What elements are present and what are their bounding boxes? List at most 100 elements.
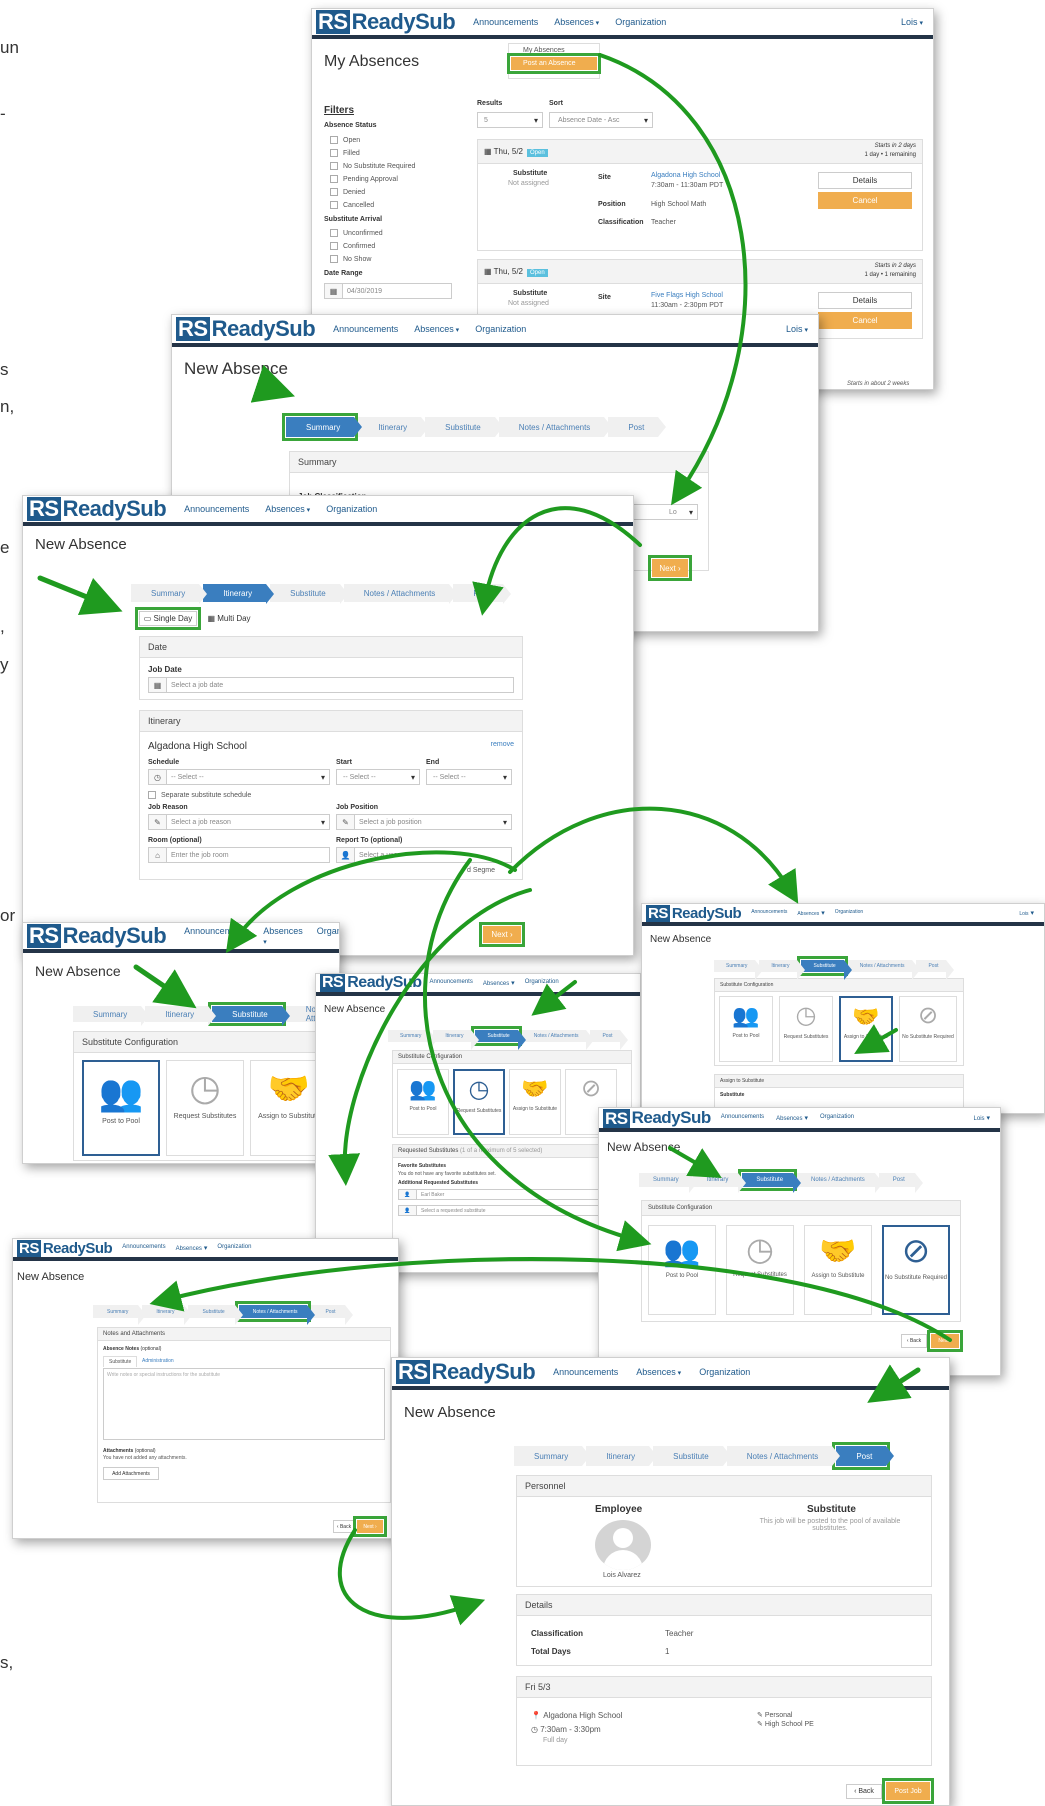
option-request-substitutes[interactable]: ◷ Request Substitutes <box>779 996 833 1062</box>
remove-link[interactable]: remove <box>491 741 514 748</box>
step-substitute[interactable]: Substitute <box>797 956 853 980</box>
step-notes[interactable]: Notes / Attachments <box>521 1030 595 1050</box>
option-no-substitute[interactable]: ⊘ No Substitute Required <box>899 996 957 1062</box>
nav-announcements[interactable]: Announcements <box>122 1244 165 1252</box>
nav-announcements[interactable]: Announcements <box>721 1114 764 1122</box>
step-notes[interactable]: Notes / Attachments <box>726 1446 840 1466</box>
step-substitute[interactable]: Substitute <box>270 584 348 604</box>
site-link[interactable]: Five Flags High School <box>651 292 723 299</box>
step-summary[interactable]: Summary <box>388 1030 438 1050</box>
step-itinerary[interactable]: Itinerary <box>692 1173 746 1193</box>
nav-announcements[interactable]: Announcements <box>473 17 538 27</box>
option-request-substitutes[interactable]: ◷ Request Substitutes <box>166 1060 244 1156</box>
site-link[interactable]: Algadona High School <box>651 172 720 179</box>
nav-organization[interactable]: Organization <box>326 504 377 514</box>
step-post[interactable]: Post <box>608 417 667 437</box>
details-button[interactable]: Details <box>818 292 912 309</box>
readysub-logo[interactable]: RS ReadySub <box>396 1359 536 1385</box>
start-select[interactable]: -- Select -- <box>336 769 420 785</box>
nav-organization[interactable]: Organization <box>217 1244 251 1252</box>
nav-announcements[interactable]: Announcements <box>429 979 472 987</box>
single-day-button[interactable]: ▭ Single Day <box>135 607 201 630</box>
results-select[interactable]: 5 <box>477 112 543 128</box>
nav-absences[interactable]: Absences <box>263 926 303 946</box>
step-post[interactable]: Post <box>311 1305 354 1325</box>
step-substitute[interactable]: Substitute <box>471 1026 527 1050</box>
readysub-logo[interactable]: RS ReadySub <box>27 496 167 522</box>
nav-organization[interactable]: Organization <box>475 324 526 334</box>
filter-no-substitute-checkbox[interactable]: No Substitute Required <box>330 162 415 170</box>
readysub-logo[interactable]: RS ReadySub <box>320 974 422 992</box>
step-notes[interactable]: Notes / Attachments <box>343 584 457 604</box>
nav-announcements[interactable]: Announcements <box>553 1367 618 1377</box>
requested-substitute-input[interactable]: 👤 Select a requested substitute <box>398 1205 623 1216</box>
add-attachments-button[interactable]: Add Attachments <box>103 1467 159 1480</box>
notes-textarea[interactable]: Write notes or special instructions for … <box>103 1368 385 1440</box>
job-position-select[interactable]: ✎ Select a job position <box>336 814 512 830</box>
nav-organization[interactable]: Organization <box>699 1367 750 1377</box>
filter-open-checkbox[interactable]: Open <box>330 136 360 144</box>
readysub-logo[interactable]: RS ReadySub <box>17 1239 113 1257</box>
back-button[interactable]: ‹ Back <box>333 1520 355 1533</box>
tab-substitute[interactable]: Substitute <box>103 1356 138 1367</box>
next-button[interactable]: Next › <box>353 1516 387 1537</box>
job-reason-select[interactable]: ✎ Select a job reason <box>148 814 330 830</box>
step-post[interactable]: Post <box>590 1030 629 1050</box>
nav-announcements[interactable]: Announcements <box>333 324 398 334</box>
tab-administration[interactable]: Administration <box>142 1358 174 1364</box>
filter-denied-checkbox[interactable]: Denied <box>330 188 365 196</box>
step-itinerary[interactable]: Itinerary <box>145 1006 217 1026</box>
readysub-logo[interactable]: RS ReadySub <box>316 9 456 35</box>
user-menu[interactable]: Lois <box>1019 909 1034 917</box>
option-assign-to-substitute[interactable]: 🤝 Assign to Substitute <box>804 1225 872 1315</box>
date-range-input[interactable]: ▦ 04/30/2019 <box>324 283 452 299</box>
step-summary[interactable]: Summary <box>93 1305 147 1325</box>
option-post-to-pool[interactable]: 👥 Post to Pool <box>648 1225 716 1315</box>
step-itinerary[interactable]: Itinerary <box>586 1446 658 1466</box>
nav-absences[interactable]: Absences <box>636 1367 681 1377</box>
back-button[interactable]: ‹ Back <box>901 1334 927 1348</box>
nav-organization[interactable]: Organization <box>525 979 559 987</box>
step-summary[interactable]: Summary <box>714 960 764 980</box>
next-button[interactable]: Next › <box>648 555 692 581</box>
nav-absences[interactable]: Absences <box>176 1244 208 1252</box>
menu-item-post-an-absence[interactable]: Post an Absence <box>507 53 601 74</box>
option-request-substitutes[interactable]: ◷ Request Substitutes <box>453 1069 505 1135</box>
step-post[interactable]: Post <box>453 584 512 604</box>
end-select[interactable]: -- Select -- <box>426 769 512 785</box>
nav-organization[interactable]: Organization <box>615 17 666 27</box>
readysub-logo[interactable]: RS ReadySub <box>603 1108 711 1128</box>
filter-unconfirmed-checkbox[interactable]: Unconfirmed <box>330 229 383 237</box>
step-summary[interactable]: Summary <box>131 584 208 604</box>
nav-absences[interactable]: Absences <box>554 17 599 27</box>
nav-absences[interactable]: Absences <box>265 504 310 514</box>
step-substitute[interactable]: Substitute <box>738 1169 801 1193</box>
step-notes[interactable]: Notes / Attachments <box>847 960 921 980</box>
option-post-to-pool[interactable]: 👥 Post to Pool <box>397 1069 449 1135</box>
step-summary[interactable]: Summary <box>639 1173 697 1193</box>
add-segment-link[interactable]: d Segme <box>467 867 495 874</box>
cancel-button[interactable]: Cancel <box>818 192 912 209</box>
user-menu[interactable]: Lois <box>786 324 808 334</box>
option-assign-to-substitute[interactable]: 🤝 Assign to Substitute <box>509 1069 561 1135</box>
step-notes[interactable]: Notes / Attachments <box>797 1173 883 1193</box>
step-itinerary[interactable]: Itinerary <box>203 584 275 604</box>
option-no-substitute[interactable]: ⊘ No Substitute Required <box>882 1225 950 1315</box>
nav-absences[interactable]: Absences <box>797 909 824 917</box>
step-substitute[interactable]: Substitute <box>425 417 503 437</box>
menu-item-my-absences[interactable]: My Absences <box>509 44 599 57</box>
post-job-button[interactable]: Post Job <box>882 1778 934 1804</box>
nav-announcements[interactable]: Announcements <box>184 926 249 946</box>
option-request-substitutes[interactable]: ◷ Request Substitutes <box>726 1225 794 1315</box>
step-itinerary[interactable]: Itinerary <box>358 417 430 437</box>
step-summary[interactable]: Summary <box>514 1446 591 1466</box>
details-button[interactable]: Details <box>818 172 912 189</box>
nav-absences[interactable]: Absences <box>776 1114 808 1122</box>
back-button[interactable]: ‹ Back <box>846 1784 882 1799</box>
step-post[interactable]: Post <box>916 960 955 980</box>
step-itinerary[interactable]: Itinerary <box>433 1030 480 1050</box>
option-post-to-pool[interactable]: 👥 Post to Pool <box>719 996 773 1062</box>
step-itinerary[interactable]: Itinerary <box>759 960 806 980</box>
room-input[interactable]: ⌂ Enter the job room <box>148 847 330 863</box>
step-substitute[interactable]: Substitute <box>208 1002 290 1026</box>
